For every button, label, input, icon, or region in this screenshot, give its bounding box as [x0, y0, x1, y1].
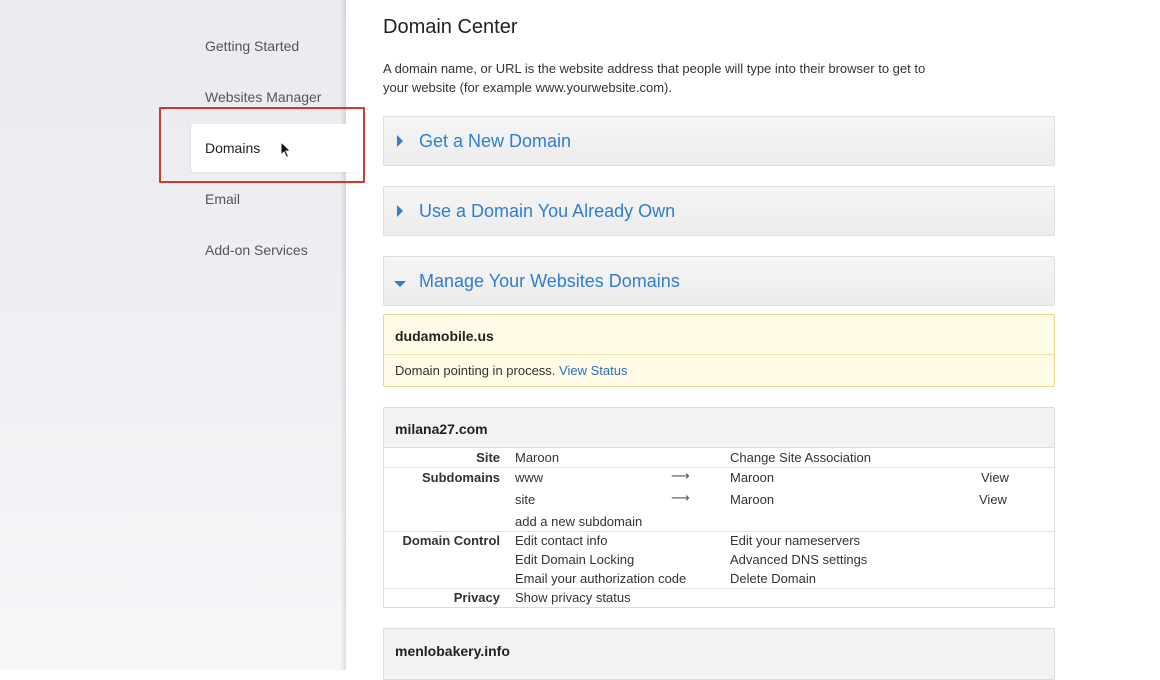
- accordion-use-own-domain[interactable]: Use a Domain You Already Own: [383, 186, 1055, 236]
- subdomain-view-link[interactable]: View: [981, 470, 1009, 485]
- domain-card-header: milana27.com: [384, 408, 1054, 448]
- sidebar-item-getting-started[interactable]: Getting Started: [205, 37, 299, 55]
- subdomain-view-link[interactable]: View: [979, 492, 1007, 507]
- accordion-get-new-domain[interactable]: Get a New Domain: [383, 116, 1055, 166]
- privacy-label: Privacy: [453, 590, 500, 605]
- accordion-manage-domains[interactable]: Manage Your Websites Domains: [383, 256, 1055, 306]
- long-arrow-right-icon: ⟶: [671, 490, 690, 505]
- status-text: Domain pointing in process.: [395, 363, 556, 378]
- triangle-right-icon: [397, 135, 403, 147]
- domain-card: menlobakery.info: [383, 628, 1055, 680]
- triangle-down-icon: [394, 281, 406, 287]
- subdomain-name: www: [515, 470, 544, 485]
- divider: [384, 467, 1054, 468]
- accordion-label: Use a Domain You Already Own: [419, 201, 676, 221]
- domain-name: dudamobile.us: [395, 328, 494, 344]
- divider: [384, 531, 1054, 532]
- pending-domain-card: dudamobile.us Domain pointing in process…: [383, 314, 1055, 387]
- long-arrow-right-icon: ⟶: [671, 468, 690, 483]
- change-site-association-link[interactable]: Change Site Association: [730, 450, 871, 465]
- intro-text: A domain name, or URL is the website add…: [383, 61, 926, 95]
- site-value: Maroon: [515, 450, 560, 465]
- sidebar-item-label: Domains: [205, 140, 261, 156]
- edit-contact-info-link[interactable]: Edit contact info: [515, 533, 608, 548]
- divider: [384, 354, 1054, 355]
- domain-name: milana27.com: [395, 421, 488, 437]
- delete-domain-link[interactable]: Delete Domain: [730, 571, 816, 586]
- accordion-label: Get a New Domain: [419, 131, 572, 151]
- mouse-pointer-icon: [280, 141, 292, 159]
- email-authorization-code-link[interactable]: Email your authorization code: [515, 571, 686, 586]
- site-label: Site: [476, 450, 500, 465]
- subdomain-target: Maroon: [730, 470, 775, 485]
- divider: [384, 588, 1054, 589]
- subdomains-label: Subdomains: [421, 470, 500, 485]
- domain-status: Domain pointing in process. View Status: [395, 363, 627, 378]
- page-title: Domain Center: [383, 16, 518, 38]
- domain-control-label: Domain Control: [402, 533, 501, 548]
- triangle-right-icon: [397, 205, 403, 217]
- add-subdomain-link[interactable]: add a new subdomain: [515, 514, 642, 529]
- show-privacy-status-link[interactable]: Show privacy status: [515, 590, 631, 605]
- advanced-dns-settings-link[interactable]: Advanced DNS settings: [730, 552, 867, 567]
- edit-domain-locking-link[interactable]: Edit Domain Locking: [515, 552, 634, 567]
- subdomain-name: site: [515, 492, 536, 507]
- domain-card: milana27.com Site Maroon Change Site Ass…: [383, 407, 1055, 608]
- sidebar-item-domains[interactable]: Domains: [191, 124, 361, 172]
- accordion-label: Manage Your Websites Domains: [419, 271, 680, 291]
- sidebar: Getting Started Websites Manager Domains…: [0, 0, 361, 670]
- subdomain-target: Maroon: [730, 492, 775, 507]
- view-status-link[interactable]: View Status: [559, 363, 627, 378]
- sidebar-item-websites-manager[interactable]: Websites Manager: [205, 88, 321, 106]
- sidebar-item-add-on-services[interactable]: Add-on Services: [205, 241, 308, 259]
- domain-name: menlobakery.info: [395, 643, 510, 659]
- sidebar-item-email[interactable]: Email: [205, 190, 240, 208]
- edit-nameservers-link[interactable]: Edit your nameservers: [730, 533, 860, 548]
